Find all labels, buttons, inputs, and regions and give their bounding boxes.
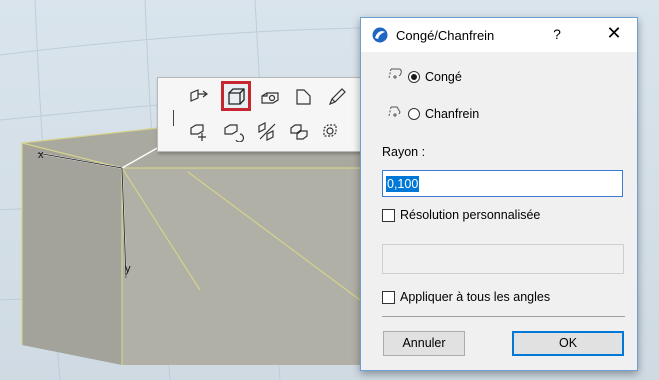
archicad-app-icon [372, 27, 388, 43]
radius-label: Rayon : [382, 145, 426, 159]
custom-resolution-checkbox[interactable] [382, 208, 395, 222]
pencil-icon[interactable] [324, 84, 350, 110]
help-button[interactable]: ? [547, 26, 567, 42]
split-element-icon[interactable] [254, 118, 280, 144]
custom-resolution-option[interactable]: Résolution personnalisée [382, 208, 540, 222]
toolbar-separator [173, 110, 174, 126]
close-button[interactable]: ✕ [603, 23, 625, 44]
rotate-element-icon[interactable] [220, 118, 246, 144]
extrude-tool-icon[interactable] [186, 84, 212, 110]
option-fillet[interactable]: Congé [408, 70, 462, 84]
fillet-radio[interactable] [408, 71, 420, 83]
apply-all-label: Appliquer à tous les angles [400, 290, 551, 304]
face-tool-icon[interactable] [290, 84, 316, 110]
custom-resolution-label: Résolution personnalisée [400, 208, 541, 222]
offset-tool-icon[interactable] [257, 84, 283, 110]
apply-all-option[interactable]: Appliquer à tous les angles [382, 290, 550, 304]
fillet-label: Congé [425, 70, 462, 84]
fillet-chamfer-tool-icon[interactable] [221, 81, 251, 111]
apply-all-checkbox[interactable] [382, 290, 395, 304]
cancel-button[interactable]: Annuler [383, 331, 465, 356]
duplicate-element-icon[interactable] [286, 118, 312, 144]
chamfer-label: Chanfrein [425, 107, 480, 121]
ok-button[interactable]: OK [512, 331, 624, 356]
resolution-field [382, 244, 624, 274]
dialog-title: Congé/Chanfrein [396, 28, 495, 43]
option-chamfer[interactable]: Chanfrein [408, 107, 479, 121]
axis-y-label: y [125, 263, 131, 275]
dialog-divider [382, 316, 625, 317]
box-left-face [22, 143, 122, 365]
radius-input[interactable]: 0,100 [382, 170, 623, 197]
chamfer-icon [388, 106, 401, 117]
fillet-icon [388, 68, 402, 79]
dialog-titlebar[interactable]: Congé/Chanfrein ? ✕ [361, 18, 637, 52]
modeling-toolbar [157, 77, 369, 152]
move-element-icon[interactable] [186, 118, 212, 144]
fillet-chamfer-dialog: Congé/Chanfrein ? ✕ Congé Chanfrein Rayo… [360, 17, 638, 371]
radius-value: 0,100 [386, 176, 420, 192]
axis-x-label: x [38, 149, 44, 161]
crop-element-icon[interactable] [318, 118, 344, 144]
box-front-face [122, 168, 360, 365]
chamfer-radio[interactable] [408, 108, 420, 120]
